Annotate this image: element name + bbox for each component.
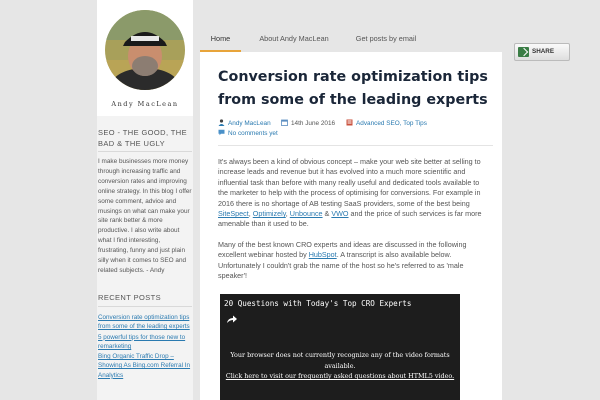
post-author-name: Andy MacLean: [228, 120, 271, 127]
video-player[interactable]: 20 Questions with Today's Top CRO Expert…: [220, 294, 460, 400]
post-categories[interactable]: Advanced SEO, Top Tips: [346, 118, 427, 129]
sidebar-divider: [98, 306, 192, 307]
recent-posts-list: Conversion rate optimization tips from s…: [98, 313, 192, 381]
video-message-text: Your browser does not currently recogniz…: [230, 351, 450, 370]
post-title[interactable]: Conversion rate optimization tips from s…: [218, 66, 493, 111]
unbounce-link[interactable]: Unbounce: [290, 209, 323, 218]
video-unsupported-message: Your browser does not currently recogniz…: [220, 350, 460, 382]
post-paragraph: Many of the best known CRO experts and i…: [218, 240, 488, 282]
post-date: 14th June 2016: [281, 118, 335, 129]
text-run: It's always been a kind of obvious conce…: [218, 157, 481, 208]
sidebar-divider: [98, 151, 192, 152]
post-date-text: 14th June 2016: [291, 120, 336, 127]
about-text: I make businesses more money through inc…: [98, 158, 192, 274]
author-signature: Andy MacLean: [111, 100, 179, 108]
avatar: [105, 10, 185, 90]
author-icon: [218, 119, 225, 126]
site-title: SEO - THE GOOD, THE BAD & THE UGLY: [98, 128, 188, 148]
post-comments-text: No comments yet: [228, 130, 278, 137]
post-comments-link[interactable]: No comments yet: [218, 128, 278, 139]
recent-posts-title: RECENT POSTS: [98, 293, 162, 302]
meta-divider: [218, 145, 493, 146]
share-label: SHARE: [532, 48, 555, 55]
recent-post-link[interactable]: 5 powerful tips for those new to remarke…: [98, 333, 192, 352]
sitespect-link[interactable]: SiteSpect: [218, 209, 249, 218]
post-paragraph: It's always been a kind of obvious conce…: [218, 157, 488, 230]
author-avatar-box: Andy MacLean: [97, 0, 193, 116]
comment-icon: [218, 129, 225, 136]
vwo-link[interactable]: VWO: [331, 209, 348, 218]
nav-get-posts-by-email[interactable]: Get posts by email: [355, 30, 417, 52]
share-icon: [518, 47, 529, 57]
nav-home[interactable]: Home: [200, 30, 241, 52]
html5-faq-link[interactable]: Click here to visit our frequently asked…: [220, 371, 460, 382]
post-content: It's always been a kind of obvious conce…: [218, 157, 488, 291]
recent-post-link[interactable]: Conversion rate optimization tips from s…: [98, 313, 192, 332]
nav-about[interactable]: About Andy MacLean: [258, 30, 330, 52]
folder-icon: [346, 119, 353, 126]
calendar-icon: [281, 119, 288, 126]
sidebar: Andy MacLean SEO - THE GOOD, THE BAD & T…: [97, 0, 193, 400]
hubspot-link[interactable]: HubSpot: [309, 250, 337, 259]
optimizely-link[interactable]: Optimizely: [253, 209, 286, 218]
recent-post-link[interactable]: Bing Organic Traffic Drop – Showing As B…: [98, 352, 192, 380]
post-article: Conversion rate optimization tips from s…: [200, 52, 502, 400]
post-categories-text: Advanced SEO, Top Tips: [356, 120, 427, 127]
share-button[interactable]: SHARE: [514, 43, 570, 61]
video-title[interactable]: 20 Questions with Today's Top CRO Expert…: [224, 299, 411, 308]
share-arrow-icon[interactable]: [226, 314, 238, 324]
